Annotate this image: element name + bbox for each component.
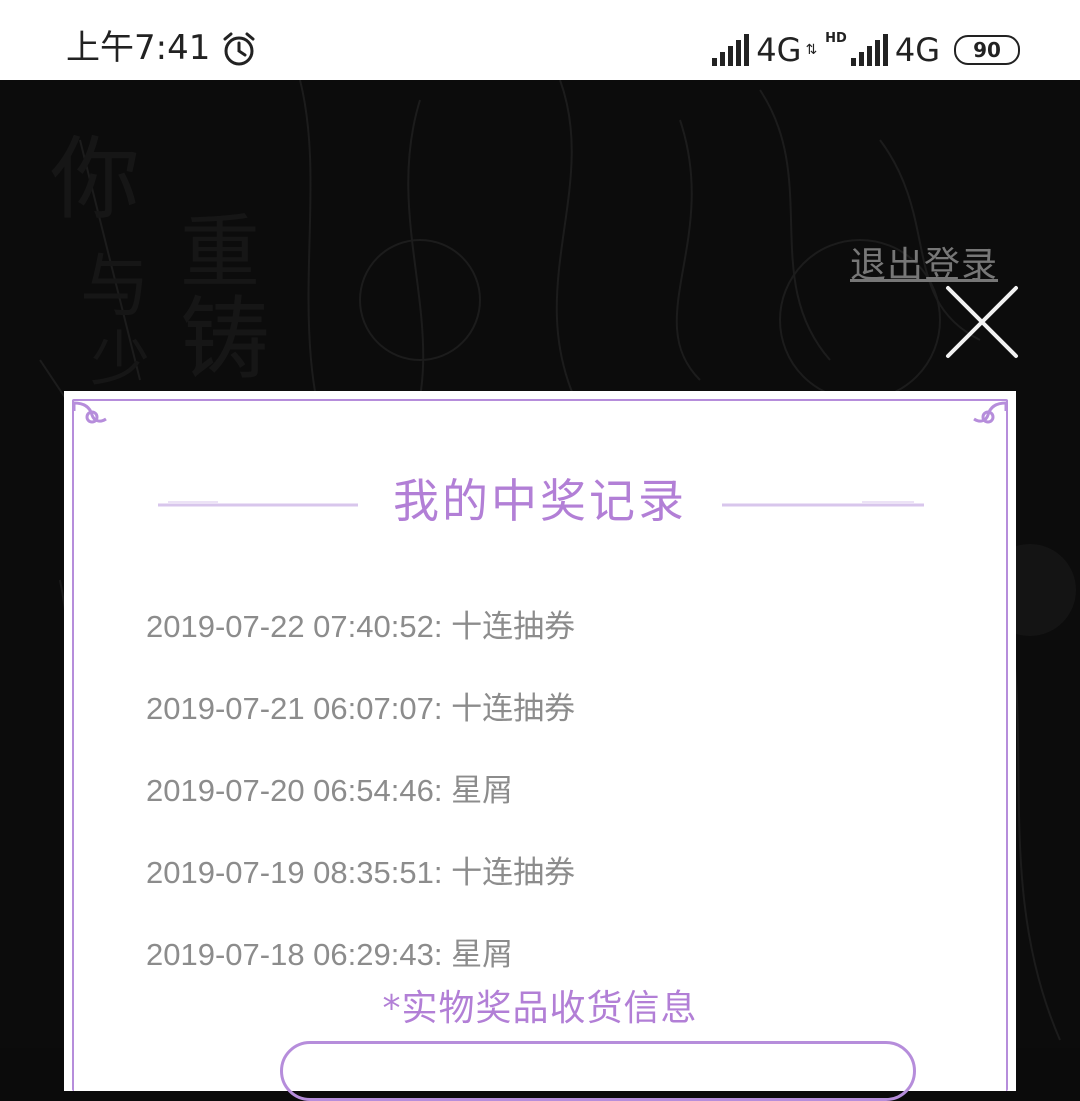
modal-title: 我的中奖记录 (393, 474, 687, 528)
status-time: 上午7:41 (66, 28, 211, 68)
corner-ornament-icon (973, 401, 1008, 424)
signal-strength-icon-2 (850, 34, 888, 66)
close-icon[interactable] (944, 284, 1020, 360)
title-divider-right (722, 501, 924, 507)
status-indicators: 4G ⇅ HD 4G 90 (710, 28, 1020, 72)
status-bar: 上午7:41 4G ⇅ HD 4G 90 (0, 0, 1080, 80)
corner-ornament-icon (72, 401, 107, 424)
list-item: 2019-07-18 06:29:43: 星屑 (146, 937, 514, 972)
svg-text:与: 与 (80, 245, 150, 327)
prize-record-modal: 我的中奖记录 2019-07-22 07:40:52: 十连抽券 2019-07… (64, 391, 1016, 1101)
svg-text:你: 你 (50, 127, 140, 232)
hd-voice-badge: HD (825, 30, 847, 46)
signal-strength-icon (712, 34, 750, 66)
list-item: 2019-07-19 08:35:51: 十连抽券 (146, 855, 576, 890)
shipping-info-label: *实物奖品收货信息 (382, 988, 698, 1029)
alarm-clock-icon (223, 32, 255, 66)
svg-text:少: 少 (90, 325, 150, 395)
svg-text:重: 重 (180, 206, 260, 299)
prize-record-list[interactable]: 2019-07-22 07:40:52: 十连抽券 2019-07-21 06:… (146, 607, 926, 979)
list-item: 2019-07-22 07:40:52: 十连抽券 (146, 609, 576, 644)
network-type-2: 4G (894, 31, 940, 69)
data-transfer-icon: ⇅ (805, 42, 818, 58)
battery-indicator: 90 (954, 35, 1020, 65)
logout-link[interactable]: 退出登录 (850, 236, 998, 288)
shipping-info-button[interactable] (280, 1041, 916, 1101)
svg-text:铸: 铸 (180, 287, 270, 392)
list-item: 2019-07-20 06:54:46: 星屑 (146, 773, 514, 808)
list-item: 2019-07-21 06:07:07: 十连抽券 (146, 691, 576, 726)
network-type-1: 4G (756, 31, 802, 69)
